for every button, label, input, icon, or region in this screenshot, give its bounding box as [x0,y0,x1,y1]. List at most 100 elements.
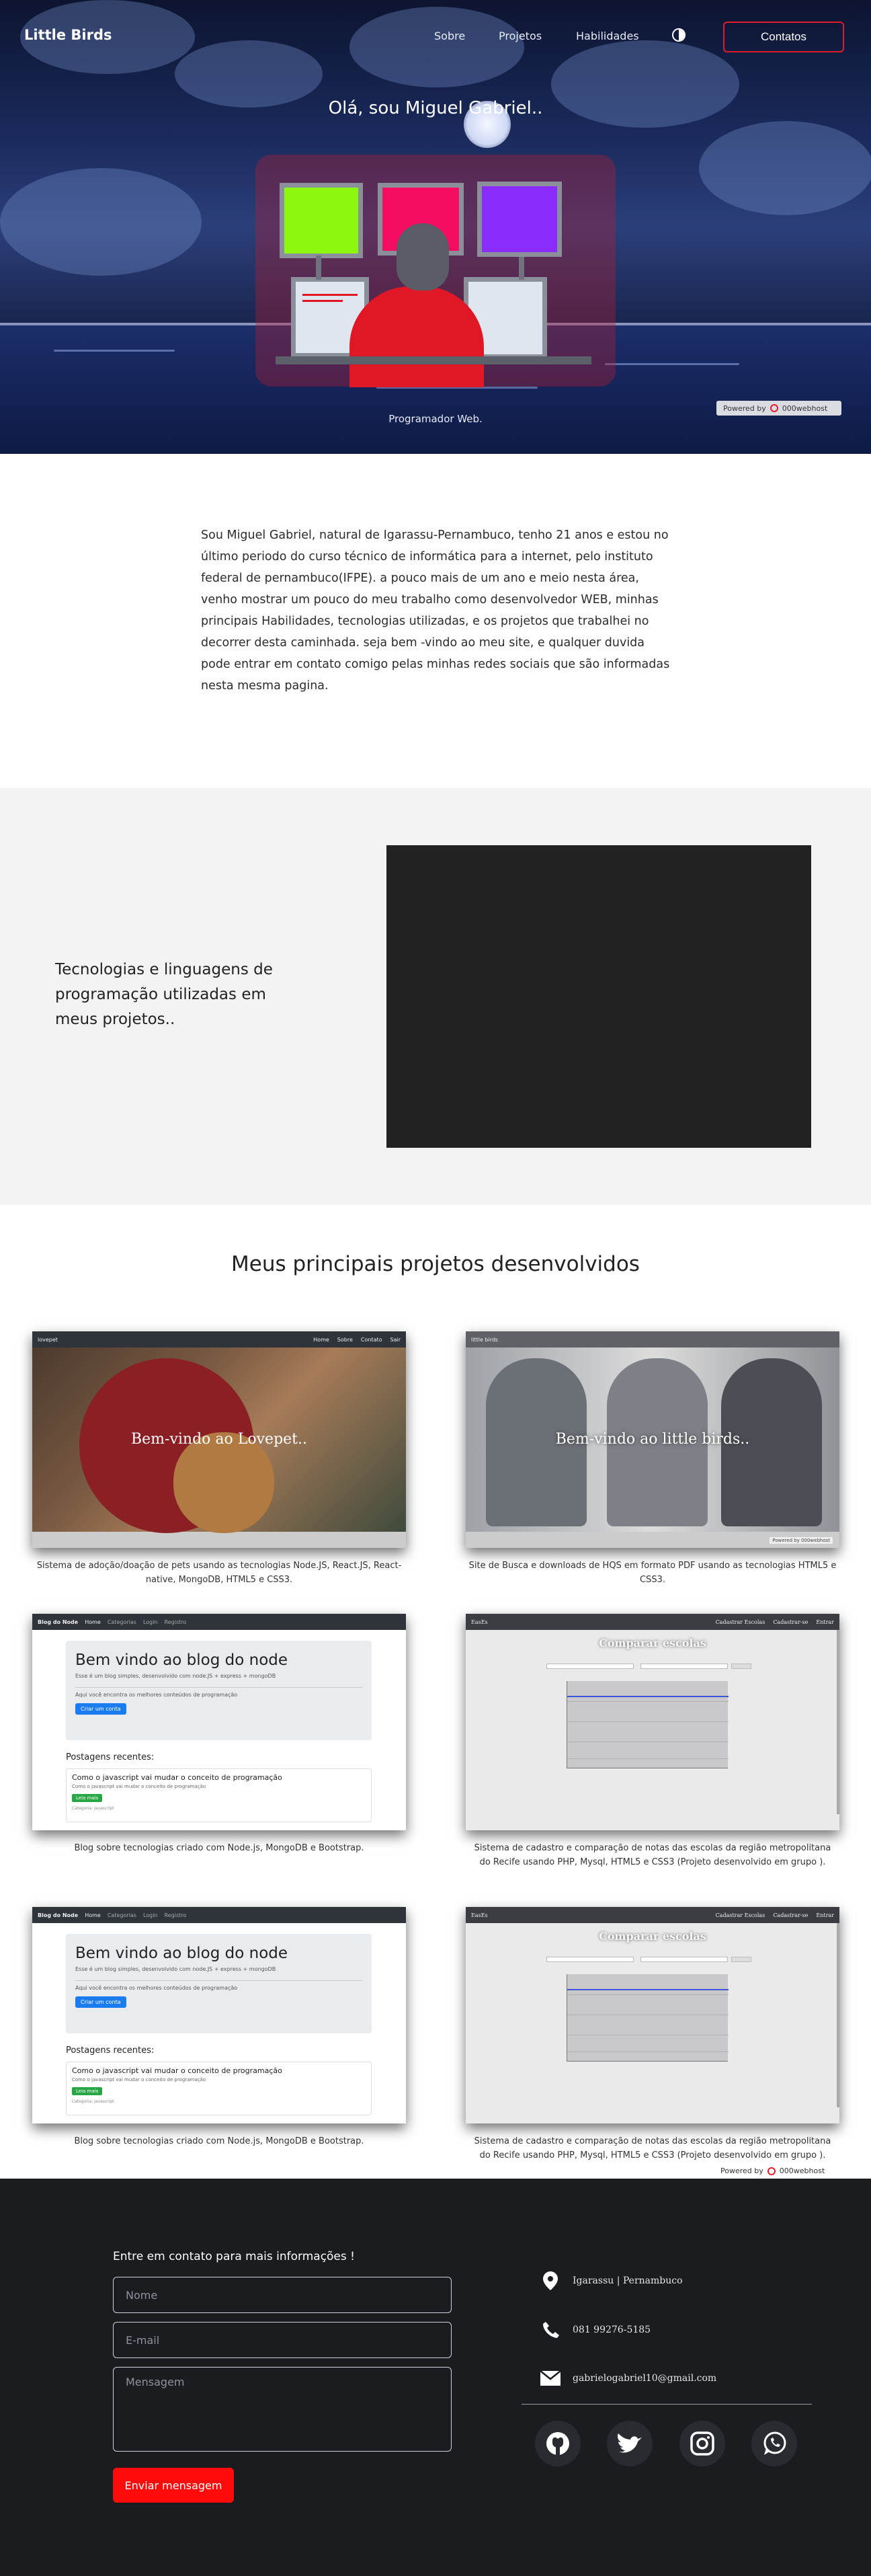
posts-heading: Postagens recentes: [66,2045,155,2056]
jumbo-title: Bem vindo ao blog do node [75,1945,288,1962]
school-select [546,1957,634,1962]
project-screenshot[interactable]: Blog do Node Home Categorias Login Regis… [32,1614,406,1830]
screenshot-nav-item: Sobre [337,1336,353,1343]
contact-button[interactable]: Contatos [723,22,844,52]
github-icon[interactable] [535,2421,581,2466]
school-chart [567,1681,729,1768]
screenshot-nav-item: Categorias [107,1912,136,1918]
email-info: gabrielogabriel10@gmail.com [540,2368,716,2388]
screenshot-brand: Blog do Node [38,1618,79,1625]
screenshot-brand: Blog do Node [38,1912,79,1918]
footer: Entre em contato para mais informações !… [0,2179,871,2576]
post-category: Categoria: Javascript [72,1806,114,1811]
screenshot-powered: Powered by 000webhost [770,1537,833,1544]
jumbo-button: Criar um conta [75,1996,126,2008]
project-caption: Sistema de cadastro e comparação de nota… [474,1843,831,1867]
monitor-stand [519,257,524,280]
tech-media-panel[interactable] [386,845,811,1148]
screenshot-nav-item: Login [142,1618,158,1625]
scrollbar [837,1630,839,1814]
contact-heading: Entre em contato para mais informações ! [113,2250,355,2263]
post-button: Leia mais [72,1794,103,1802]
powered-by-badge[interactable]: Powered by 000webhost [720,2167,825,2175]
screenshot-nav-item: Login [142,1912,158,1918]
hero-section: Little Birds Sobre Projetos Habilidades … [0,0,871,454]
jumbo-button: Criar um conta [75,1703,126,1715]
screenshot-headline: Comparar escolas [599,1637,706,1649]
hosting-logo-icon [767,2167,776,2175]
school-select [640,1957,728,1962]
project-card: Blog do Node Home Categorias Login Regis… [32,1907,406,2148]
project-card: Blog do Node Home Categorias Login Regis… [32,1614,406,1855]
location-info: Igarassu | Pernambuco [540,2271,683,2291]
screenshot-nav-item: Contato [360,1336,382,1343]
location-text: Igarassu | Pernambuco [573,2275,683,2286]
badge-powered-label: Powered by [723,403,766,413]
footer-divider [522,2404,812,2405]
jumbo-note: Aqui você encontra os melhores conteúdos… [75,1692,238,1698]
tech-section: Tecnologias e linguagens de programação … [0,788,871,1205]
screenshot-headline: Bem-vindo ao little birds.. [555,1431,750,1448]
screenshot-nav-item: Sair [390,1336,401,1343]
nav-link-sobre[interactable]: Sobre [434,30,465,42]
jumbo-subtitle: Esse é um blog simples, desenvolvido com… [75,1673,276,1679]
project-caption: Site de Busca e downloads de HQS em form… [468,1561,837,1585]
project-screenshot[interactable]: lovepet Home Sobre Contato Sair Bem-vind… [32,1331,406,1548]
screenshot-nav-item: Registro [164,1618,187,1625]
screenshot-navbar: Blog do Node Home Categorias Login Regis… [32,1614,406,1630]
chart-series-line [567,1696,729,1697]
nav-link-projetos[interactable]: Projetos [499,30,542,42]
posts-heading: Postagens recentes: [66,1752,155,1762]
hosting-logo-icon [770,404,778,412]
project-screenshot[interactable]: EasEs Cadastrar Escolas Cadastrar-se Ent… [466,1907,839,2123]
screenshot-brand: EasEs [471,1912,488,1918]
project-screenshot[interactable]: EasEs Cadastrar Escolas Cadastrar-se Ent… [466,1614,839,1830]
chart-gridline [567,1994,729,1995]
nav-link-habilidades[interactable]: Habilidades [576,30,639,42]
screenshot-brand: little birds [471,1336,499,1343]
name-field[interactable] [113,2277,452,2313]
post-card: Como o javascript vai mudar o conceito d… [66,1768,372,1822]
screenshot-nav-item: Cadastrar-se [773,1618,808,1625]
jumbo-note: Aqui você encontra os melhores conteúdos… [75,1985,238,1991]
screenshot-brand: EasEs [471,1618,488,1625]
site-logo[interactable]: Little Birds [24,27,112,43]
twitter-icon[interactable] [607,2421,653,2466]
mail-icon [540,2368,561,2388]
project-card: lovepet Home Sobre Contato Sair Bem-vind… [32,1331,406,1587]
screenshot-nav-item: Categorias [107,1618,136,1625]
powered-label: Powered by [720,2167,763,2175]
instagram-icon[interactable] [679,2421,725,2466]
project-card: EasEs Cadastrar Escolas Cadastrar-se Ent… [466,1614,839,1869]
theme-toggle-icon[interactable] [672,28,686,42]
send-message-button[interactable]: Enviar mensagem [113,2468,234,2503]
project-caption: Blog sobre tecnologias criado com Node.j… [74,1843,364,1853]
badge-brand-label: 000webhost [782,403,828,413]
screenshot-nav-item: Registro [164,1912,187,1918]
hero-title: Olá, sou Miguel Gabriel.. [328,98,543,118]
screenshot-navbar: Blog do Node Home Categorias Login Regis… [32,1907,406,1923]
post-category: Categoria: Javascript [72,2099,114,2104]
whatsapp-icon[interactable] [751,2421,797,2466]
chart-gridline [567,1758,729,1759]
cloud-shape [175,40,323,108]
screenshot-nav-item: Entrar [816,1618,834,1625]
powered-brand: 000webhost [779,2167,825,2175]
post-card: Como o javascript vai mudar o conceito d… [66,2062,372,2115]
message-field[interactable] [113,2367,452,2452]
screenshot-nav-item: Home [313,1336,329,1343]
project-screenshot[interactable]: little birds Bem-vindo ao little birds..… [466,1331,839,1548]
school-select [640,1664,728,1669]
projects-title: Meus principais projetos desenvolvidos [231,1252,640,1276]
screenshot-navbar: EasEs Cadastrar Escolas Cadastrar-se Ent… [466,1614,839,1630]
email-text: gabrielogabriel10@gmail.com [573,2373,717,2384]
email-field[interactable] [113,2322,452,2358]
project-screenshot[interactable]: Blog do Node Home Categorias Login Regis… [32,1907,406,2123]
about-section: Sou Miguel Gabriel, natural de Igarassu-… [201,524,671,697]
scrollbar [837,1923,839,2107]
screenshot-navbar: little birds [466,1331,839,1348]
hosting-badge[interactable]: Powered by 000webhost [716,401,841,416]
chart-series-line [567,1989,729,1990]
chart-gridline [567,1701,729,1702]
project-caption: Sistema de adoção/doação de pets usando … [36,1561,402,1585]
